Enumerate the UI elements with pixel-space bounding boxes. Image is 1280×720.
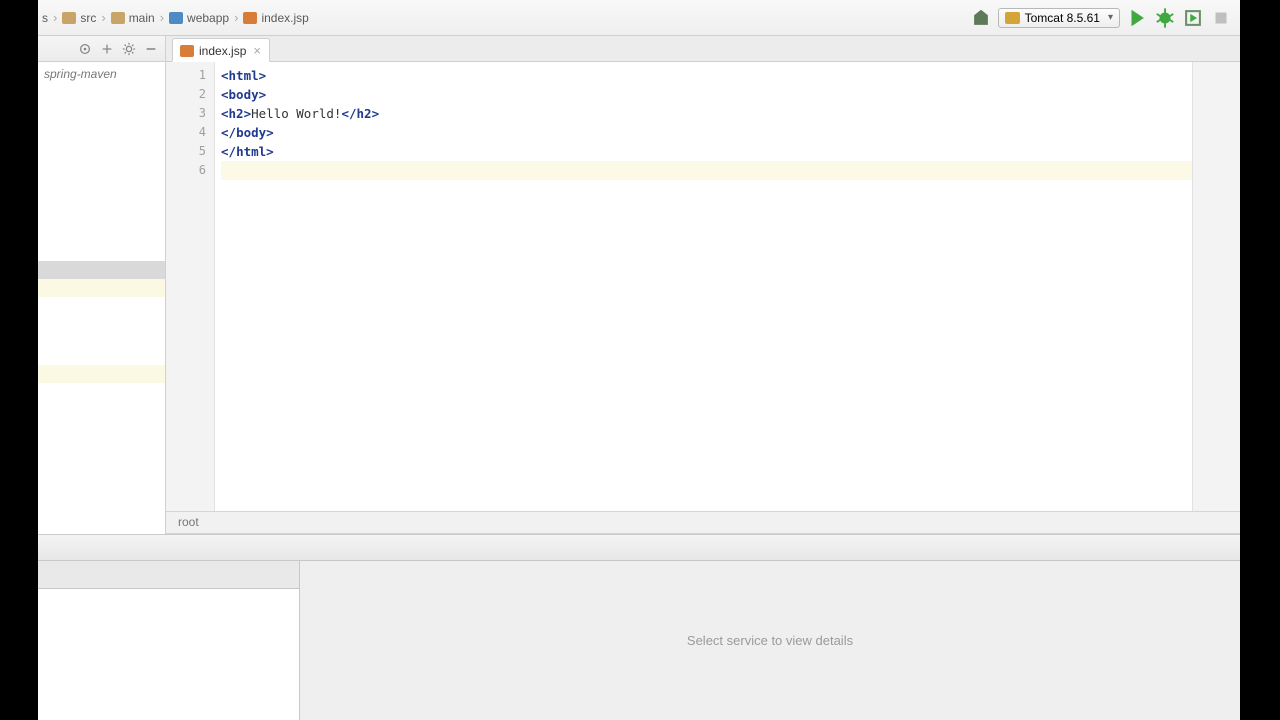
debug-button[interactable] <box>1154 7 1176 29</box>
breadcrumb-item[interactable]: main <box>107 9 159 27</box>
locate-button[interactable] <box>77 41 93 57</box>
breadcrumb-label: index.jsp <box>261 11 308 25</box>
folder-icon <box>62 12 76 24</box>
breadcrumb-label: webapp <box>187 11 229 25</box>
structure-crumb-label: root <box>178 515 199 529</box>
services-placeholder-label: Select service to view details <box>687 633 853 648</box>
folder-icon <box>169 12 183 24</box>
sidebar-highlight <box>38 279 165 297</box>
breadcrumb: s › src › main › webapp › index.jsp <box>38 9 970 27</box>
jsp-file-icon <box>180 45 194 57</box>
structure-crumb-bar[interactable]: root <box>166 511 1240 534</box>
settings-button[interactable] <box>121 41 137 57</box>
code-editor[interactable]: 1 2 3 4 5 6 <html> <body> <h2>Hello Worl… <box>166 62 1240 511</box>
breadcrumb-item[interactable]: s <box>38 9 52 27</box>
project-sidebar: spring-maven <box>38 36 166 534</box>
services-tree-header <box>38 561 299 589</box>
project-tree-root[interactable]: spring-maven <box>38 62 165 86</box>
tab-index-jsp[interactable]: index.jsp × <box>172 38 270 62</box>
close-tab-button[interactable]: × <box>253 43 261 58</box>
run-with-coverage-button[interactable] <box>1182 7 1204 29</box>
run-config-dropdown[interactable]: Tomcat 8.5.61 ▾ <box>998 8 1120 28</box>
sidebar-highlight <box>38 261 165 279</box>
expand-all-button[interactable] <box>99 41 115 57</box>
editor-error-strip[interactable] <box>1192 62 1240 511</box>
breadcrumb-item[interactable]: index.jsp <box>239 9 312 27</box>
services-tree[interactable] <box>38 589 299 720</box>
services-panel: Select service to view details <box>38 560 1240 720</box>
tab-label: index.jsp <box>199 44 246 58</box>
breadcrumb-item[interactable]: src <box>58 9 100 27</box>
folder-icon <box>111 12 125 24</box>
stop-button[interactable] <box>1210 7 1232 29</box>
sidebar-highlight <box>38 365 165 383</box>
breadcrumb-label: main <box>129 11 155 25</box>
breadcrumb-item[interactable]: webapp <box>165 9 233 27</box>
line-gutter: 1 2 3 4 5 6 <box>166 62 215 511</box>
build-button[interactable] <box>970 7 992 29</box>
code-area[interactable]: <html> <body> <h2>Hello World!</h2> </bo… <box>215 62 1192 511</box>
editor-tabs: index.jsp × <box>166 36 1240 62</box>
services-detail-area: Select service to view details <box>300 561 1240 720</box>
run-config-label: Tomcat 8.5.61 <box>1025 11 1100 25</box>
run-button[interactable] <box>1126 7 1148 29</box>
project-name-label: spring-maven <box>44 67 117 81</box>
breadcrumb-label: s <box>42 11 48 25</box>
collapse-button[interactable] <box>143 41 159 57</box>
status-bar <box>38 534 1240 560</box>
tomcat-icon <box>1005 12 1020 24</box>
breadcrumb-label: src <box>80 11 96 25</box>
chevron-down-icon: ▾ <box>1108 12 1113 23</box>
jsp-file-icon <box>243 12 257 24</box>
